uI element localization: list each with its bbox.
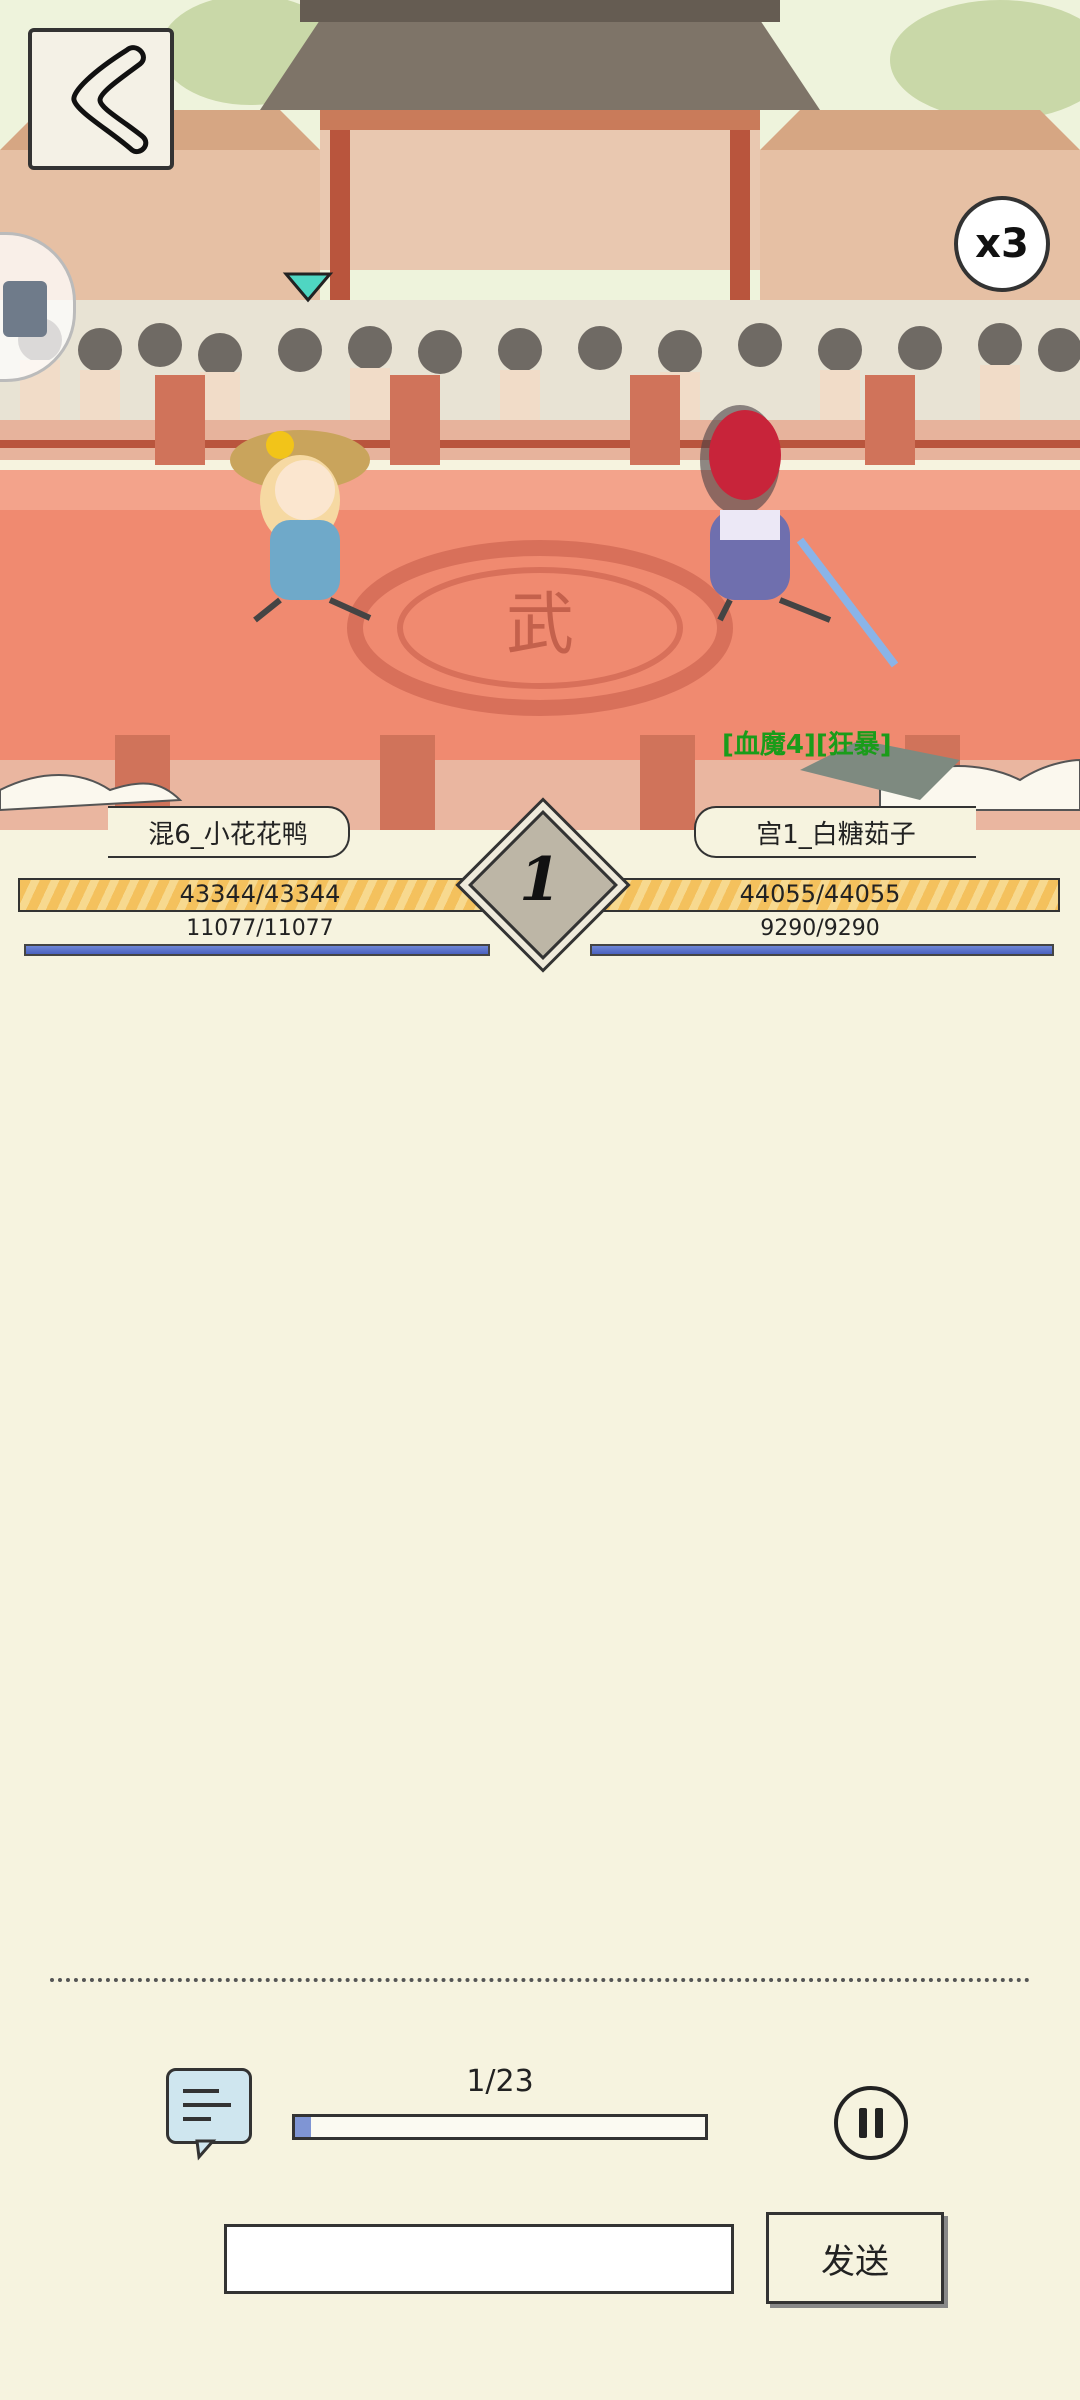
left-hp-text: 43344/43344 <box>179 880 341 908</box>
right-fighter-tags: [血魔4][狂暴] <box>722 730 892 760</box>
back-button[interactable] <box>28 28 174 170</box>
left-mp-text: 11077/11077 <box>186 916 334 941</box>
playback-progress-bar[interactable] <box>292 2114 708 2140</box>
playback-progress-fill <box>295 2117 312 2137</box>
chat-bubble-icon <box>183 2089 231 2161</box>
pause-button[interactable] <box>834 2086 908 2160</box>
left-mp-bar <box>24 944 490 956</box>
chat-input[interactable] <box>224 2224 734 2294</box>
playback-progress-text: 1/23 <box>466 2064 534 2099</box>
send-button[interactable]: 发送 <box>766 2212 944 2304</box>
right-mp-bar <box>590 944 1054 956</box>
arena-emblem: 武 <box>506 586 574 665</box>
right-hp-text: 44055/44055 <box>739 880 901 908</box>
pause-icon-bar <box>875 2108 883 2138</box>
right-fighter-name: 宫1_白糖茹子 <box>694 806 976 858</box>
left-fighter-name: 混6_小花花鸭 <box>108 806 350 858</box>
log-divider <box>50 1978 1030 1982</box>
panel-icon <box>3 281 47 337</box>
chat-toggle-button[interactable] <box>166 2068 252 2161</box>
right-mp-text: 9290/9290 <box>760 916 880 941</box>
turn-number: 1 <box>519 845 561 915</box>
pause-icon <box>859 2108 867 2138</box>
speed-button[interactable]: x3 <box>954 196 1050 292</box>
back-chevron-icon <box>71 45 149 154</box>
